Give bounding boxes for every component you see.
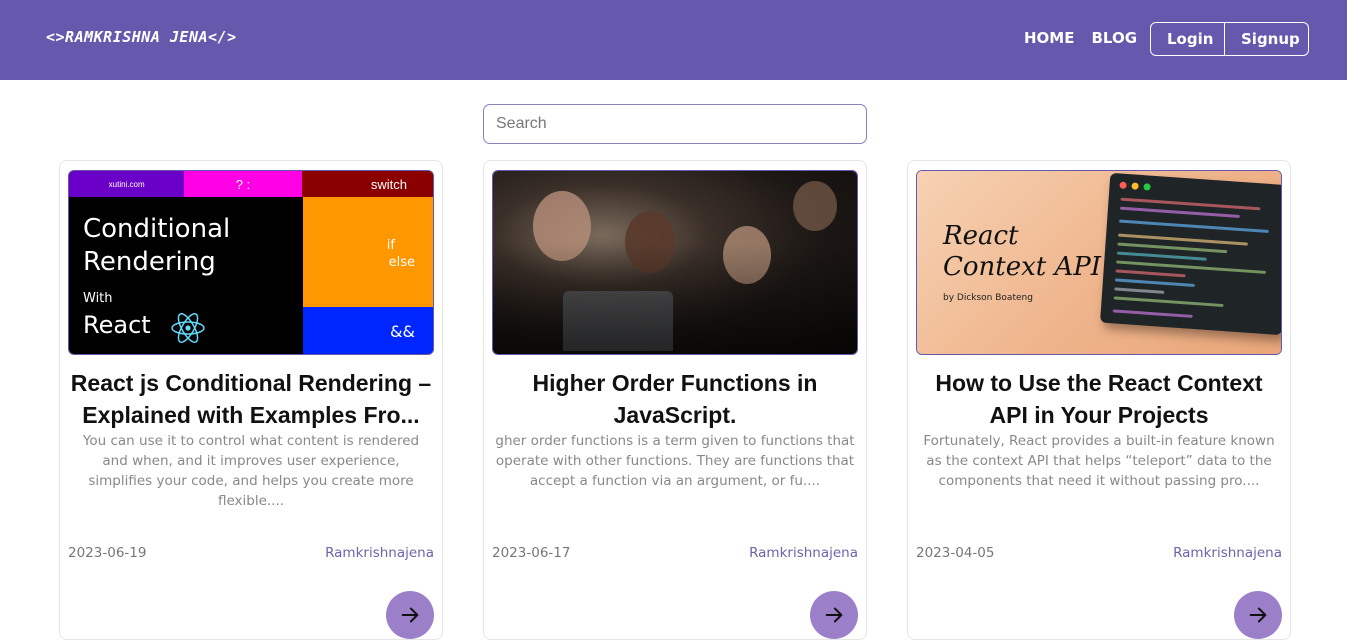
image-heading-line2: Rendering xyxy=(83,247,216,277)
card-date: 2023-06-19 xyxy=(68,545,147,561)
blog-card: Higher Order Functions in JavaScript. gh… xyxy=(483,160,867,640)
read-more-button[interactable] xyxy=(810,591,858,639)
card-excerpt: Fortunately, React provides a built-in f… xyxy=(923,433,1275,489)
nav-links: HOME BLOG xyxy=(1024,29,1137,47)
card-image[interactable]: React Context API by Dickson Boateng xyxy=(916,170,1282,355)
nav-blog-link[interactable]: BLOG xyxy=(1091,29,1137,47)
group-photo xyxy=(493,171,857,354)
card-title[interactable]: Higher Order Functions in JavaScript. xyxy=(492,367,858,431)
image-react: React xyxy=(83,311,151,339)
image-else: else xyxy=(388,255,415,270)
nav-home-link[interactable]: HOME xyxy=(1024,29,1074,47)
image-if: if xyxy=(386,238,395,253)
image-site-label: xutini.com xyxy=(69,171,185,197)
card-date: 2023-06-17 xyxy=(492,545,571,561)
card-title[interactable]: How to Use the React Context API in Your… xyxy=(916,367,1282,431)
image-context-title-line1: React xyxy=(943,221,1019,251)
image-byline: by Dickson Boateng xyxy=(943,293,1033,303)
card-image[interactable]: xutini.com ? : switch Conditional Render… xyxy=(68,170,434,355)
card-author: Ramkrishnajena xyxy=(749,545,858,561)
auth-buttons: Login Signup xyxy=(1150,22,1309,56)
image-context-title-line2: Context API xyxy=(943,252,1102,282)
card-author: Ramkrishnajena xyxy=(1173,545,1282,561)
blog-card: React Context API by Dickson Boateng How… xyxy=(907,160,1291,640)
image-heading-line1: Conditional xyxy=(83,214,231,244)
card-excerpt: gher order functions is a term given to … xyxy=(495,433,855,489)
image-switch-label: switch xyxy=(301,171,433,197)
card-excerpt: You can use it to control what content i… xyxy=(82,433,420,509)
card-image[interactable] xyxy=(492,170,858,355)
read-more-button[interactable] xyxy=(1234,591,1282,639)
search-input[interactable] xyxy=(483,104,867,144)
signup-button[interactable]: Signup xyxy=(1225,22,1309,56)
image-and: && xyxy=(303,307,433,354)
react-logo-icon xyxy=(171,313,205,343)
card-date: 2023-04-05 xyxy=(916,545,995,561)
arrow-right-icon xyxy=(401,607,419,623)
arrow-right-icon xyxy=(825,607,843,623)
image-heading: Conditional Rendering xyxy=(83,213,230,279)
navbar: <>RAMKRISHNA JENA</> HOME BLOG Login Sig… xyxy=(0,0,1347,80)
code-window xyxy=(1099,172,1281,336)
login-button[interactable]: Login xyxy=(1150,22,1225,56)
blog-card: xutini.com ? : switch Conditional Render… xyxy=(59,160,443,640)
image-with: With xyxy=(83,291,113,306)
image-ternary-label: ? : xyxy=(184,171,302,197)
image-if-else: if else xyxy=(303,197,433,307)
card-title[interactable]: React js Conditional Rendering – Explain… xyxy=(68,367,434,431)
image-context-title: React Context API xyxy=(943,221,1101,283)
card-author: Ramkrishnajena xyxy=(325,545,434,561)
read-more-button[interactable] xyxy=(386,591,434,639)
arrow-right-icon xyxy=(1249,607,1267,623)
brand-logo[interactable]: <>RAMKRISHNA JENA</> xyxy=(46,28,237,46)
